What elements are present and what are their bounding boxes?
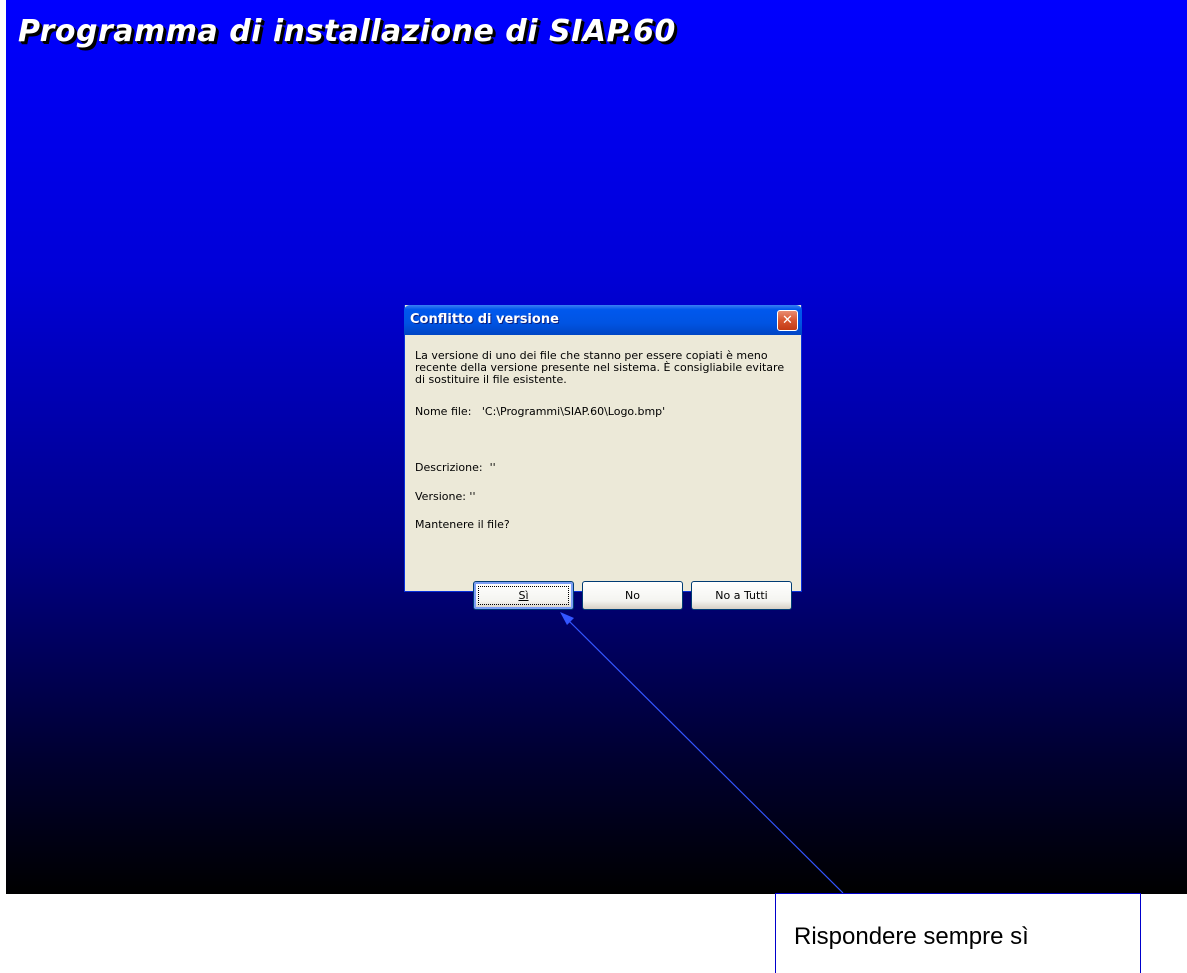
- annotation-callout: Rispondere sempre sì: [775, 893, 1141, 973]
- annotation-arrow: [560, 612, 844, 894]
- annotation-text: Rispondere sempre sì: [794, 923, 1029, 950]
